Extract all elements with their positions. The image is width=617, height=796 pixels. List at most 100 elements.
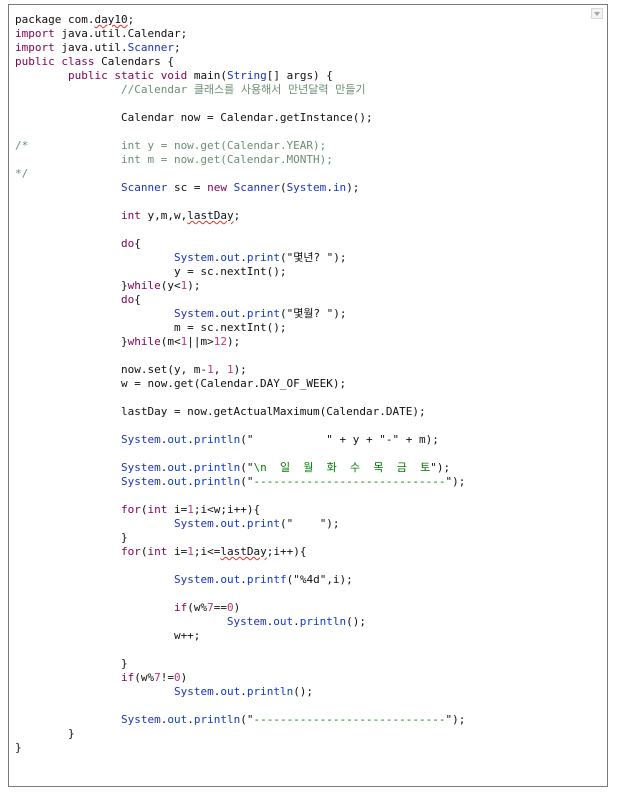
code-line: }while(m<1||m>12); xyxy=(15,335,605,349)
code-token: } xyxy=(15,531,128,544)
code-token: (" xyxy=(240,475,254,488)
code-token: (w% xyxy=(187,601,208,614)
code-token: main( xyxy=(187,69,227,82)
code-token: //Calendar 클래스를 사용해서 만년달력 만들기 xyxy=(120,83,366,96)
code-token: public static void xyxy=(67,69,188,82)
code-token: "); xyxy=(445,713,466,726)
code-line: } xyxy=(15,741,605,755)
code-line: System.out.println("--------------------… xyxy=(15,713,605,727)
code-token: . xyxy=(240,307,247,320)
code-token: println xyxy=(193,475,241,488)
code-token: ;i<= xyxy=(193,545,221,558)
code-token: while xyxy=(127,279,161,292)
code-token: public class xyxy=(15,55,95,68)
code-line: m = sc.nextInt(); xyxy=(15,321,605,335)
code-line: import java.util.Scanner; xyxy=(15,41,605,55)
code-token: println xyxy=(193,433,241,446)
code-line: for(int i=1;i<w;i++){ xyxy=(15,503,605,517)
code-listing: package com.day10; import java.util.Calen… xyxy=(15,13,605,755)
code-line: do{ xyxy=(15,293,605,307)
code-token: int m = now.get(Calendar.MONTH); xyxy=(15,153,333,166)
code-token: ; xyxy=(173,41,181,54)
code-token: out xyxy=(220,517,241,530)
code-token: } xyxy=(15,741,22,754)
code-token: do xyxy=(120,237,135,250)
code-token: print xyxy=(246,517,280,530)
code-token: */ xyxy=(15,167,29,180)
code-line: if(w%7!=0) xyxy=(15,671,605,685)
code-token: != xyxy=(160,671,174,684)
code-token: { xyxy=(134,237,141,250)
code-block-frame: package com.day10; import java.util.Calen… xyxy=(8,4,608,787)
code-line: System.out.println("--------------------… xyxy=(15,475,605,489)
code-token: out xyxy=(220,251,241,264)
code-token: ("몇년? "); xyxy=(279,251,347,264)
code-token: } xyxy=(15,279,128,292)
code-token: System xyxy=(226,615,267,628)
code-token: if xyxy=(120,671,135,684)
code-token: DAY_OF_WEEK xyxy=(260,377,333,390)
code-token: import xyxy=(15,41,55,54)
code-token: Scanner xyxy=(120,181,168,194)
code-token: ( xyxy=(279,181,287,194)
code-token: == xyxy=(213,601,227,614)
code-token: String xyxy=(226,69,267,82)
code-line: public static void main(String[] args) { xyxy=(15,69,605,83)
code-token: out xyxy=(167,713,188,726)
code-token: System xyxy=(173,307,214,320)
code-line: package com.day10; xyxy=(15,13,605,27)
code-token: System xyxy=(173,685,214,698)
code-token: . xyxy=(240,685,247,698)
code-token: out xyxy=(167,433,188,446)
code-token: ;i<w;i++){ xyxy=(193,503,261,516)
code-token: System xyxy=(173,573,214,586)
code-token: . xyxy=(293,615,300,628)
code-token: printf xyxy=(246,573,287,586)
code-token: ); xyxy=(233,363,247,376)
code-line: int y,m,w,lastDay; xyxy=(15,209,605,223)
code-token: println xyxy=(246,685,294,698)
code-token: System xyxy=(120,713,161,726)
code-token: y,m,w, xyxy=(140,209,188,222)
code-token: ("%4d",i); xyxy=(286,573,353,586)
code-token: . xyxy=(240,517,247,530)
code-token: java.util.Calendar; xyxy=(54,27,188,40)
code-token: ----------------------------- xyxy=(253,475,446,488)
code-token: w = now.get(Calendar. xyxy=(15,377,261,390)
code-token: System xyxy=(173,517,214,530)
code-token: ("몇월? "); xyxy=(279,307,347,320)
code-token: . xyxy=(326,181,333,194)
code-token: ); xyxy=(346,181,360,194)
code-token: { xyxy=(134,293,141,306)
code-token: Scanner xyxy=(127,41,174,54)
code-token: [] args) { xyxy=(266,69,333,82)
code-token: . xyxy=(187,475,194,488)
code-token: int xyxy=(147,545,168,558)
code-token: println xyxy=(193,461,241,474)
code-line: System.out.print("몇월? "); xyxy=(15,307,605,321)
code-token: "); xyxy=(430,461,451,474)
code-line: do{ xyxy=(15,237,605,251)
code-token: 0 xyxy=(173,671,181,684)
code-token: i= xyxy=(167,503,188,516)
